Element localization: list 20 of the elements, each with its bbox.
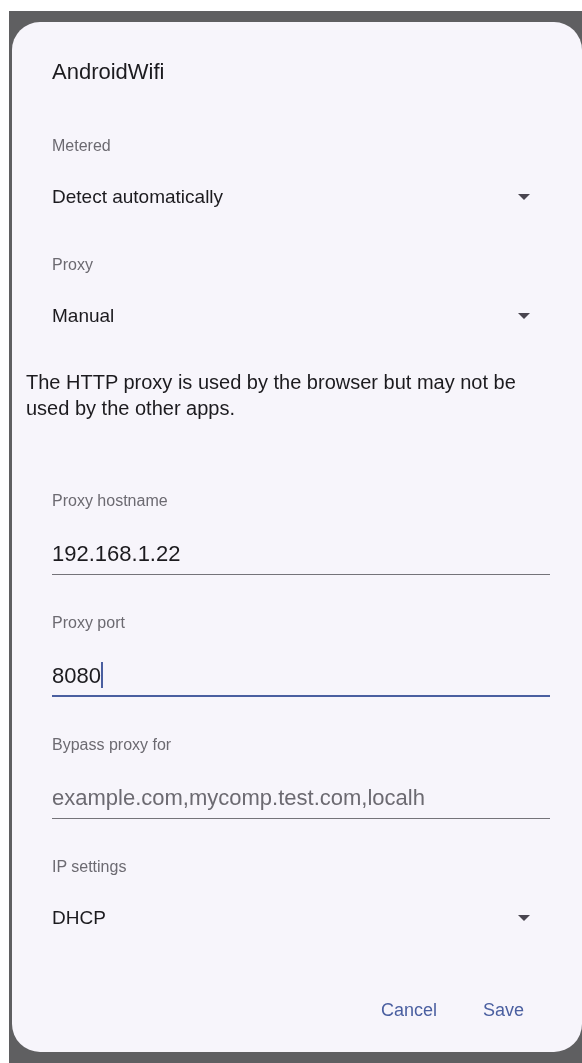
dropdown[interactable]: DHCP	[52, 898, 550, 938]
save-button[interactable]: Save	[470, 991, 536, 1030]
cancel-button[interactable]: Cancel	[368, 991, 449, 1030]
dropdown[interactable]: Detect automatically	[52, 177, 550, 217]
field-label: Metered	[52, 136, 112, 156]
dialog-title: AndroidWifi	[52, 58, 166, 86]
field-label: IP settings	[52, 857, 128, 877]
caret-icon	[518, 915, 530, 921]
field-label: Proxy	[52, 255, 94, 275]
input-field[interactable]: 192.168.1.22	[52, 533, 550, 575]
field-label: Proxy hostname	[52, 491, 169, 511]
caret-icon	[518, 313, 530, 319]
field-label: Bypass proxy for	[52, 735, 173, 755]
field-label: Proxy port	[52, 613, 126, 633]
info-text: The HTTP proxy is used by the browser but may not be used by the other apps.	[26, 370, 517, 421]
dropdown[interactable]: Manual	[52, 296, 550, 336]
input-field[interactable]: 8080	[52, 655, 550, 697]
text-cursor	[100, 662, 103, 688]
caret-icon	[518, 194, 530, 200]
input-field[interactable]: example.com,mycomp.test.com,localh	[52, 777, 550, 819]
